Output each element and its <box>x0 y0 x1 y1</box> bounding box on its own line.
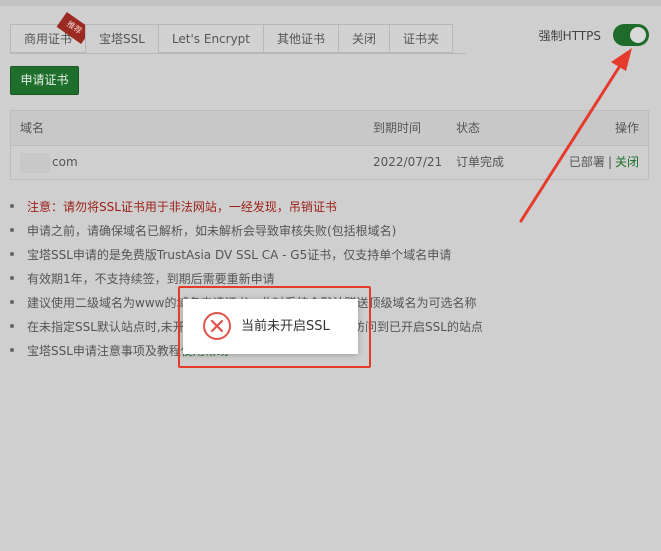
force-https: 强制HTTPS <box>539 24 649 46</box>
tab-cert-folder[interactable]: 证书夹 <box>389 24 454 53</box>
annotation-highlight-box <box>178 286 371 368</box>
list-item: 注意：请勿将SSL证书用于非法网站，一经发现，吊销证书 <box>10 198 483 222</box>
note-text: 申请之前，请确保域名已解析，如未解析会导致审核失败(包括根域名) <box>27 224 397 238</box>
domain-cell: com <box>20 146 78 179</box>
status-cell: 订单完成 <box>456 155 505 169</box>
list-item: 宝塔SSL申请的是免费版TrustAsia DV SSL CA - G5证书，仅… <box>10 246 483 270</box>
note-text: 宝塔SSL申请注意事项及教程 <box>27 344 181 358</box>
note-text: 有效期1年，不支持续签，到期后需要重新申请 <box>27 272 275 286</box>
tab-label: 其他证书 <box>277 32 326 46</box>
tab-other-cert[interactable]: 其他证书 <box>263 24 339 53</box>
action-separator: | <box>607 155 612 169</box>
header-domain: 域名 <box>20 121 45 135</box>
tab-label: Let's Encrypt <box>171 32 251 46</box>
close-link[interactable]: 关闭 <box>615 155 639 169</box>
tab-baota-ssl[interactable]: 宝塔SSL <box>85 24 158 54</box>
tab-label: 商用证书 <box>24 32 73 46</box>
header-action: 操作 <box>614 121 639 135</box>
note-text: 宝塔SSL申请的是免费版TrustAsia DV SSL CA - G5证书，仅… <box>27 248 452 262</box>
table-header: 域名 到期时间 状态 操作 <box>11 111 648 146</box>
force-https-toggle[interactable] <box>613 24 649 46</box>
note-text: 注意：请勿将SSL证书用于非法网站，一经发现，吊销证书 <box>27 200 337 214</box>
tab-divider <box>10 53 466 54</box>
header-status: 状态 <box>456 121 481 135</box>
header-expire: 到期时间 <box>373 121 422 135</box>
tab-label: 宝塔SSL <box>99 32 145 46</box>
blurred-domain-prefix <box>20 152 50 173</box>
expire-cell: 2022/07/21 <box>373 155 443 169</box>
top-bar <box>0 0 661 6</box>
toggle-knob <box>630 27 646 43</box>
tab-label: 关闭 <box>352 32 377 46</box>
apply-cert-button[interactable]: 申请证书 <box>10 66 79 95</box>
force-https-label: 强制HTTPS <box>538 28 601 43</box>
table-row: com 2022/07/21 订单完成 已部署 | 关闭 <box>11 146 648 179</box>
domain-suffix: com <box>52 155 78 169</box>
tab-commercial-cert[interactable]: 商用证书 推荐 <box>10 12 92 53</box>
tab-close[interactable]: 关闭 <box>338 24 390 53</box>
tab-lets-encrypt[interactable]: Let's Encrypt <box>157 24 264 53</box>
ssl-tabs: 商用证书 推荐 宝塔SSL Let's Encrypt 其他证书 关闭 证书夹 <box>10 12 454 54</box>
deployed-label: 已部署 <box>568 155 605 169</box>
list-item: 申请之前，请确保域名已解析，如未解析会导致审核失败(包括根域名) <box>10 222 483 246</box>
cert-table: 域名 到期时间 状态 操作 com 2022/07/21 订单完成 已部署 | 关闭 <box>10 110 649 180</box>
action-cell: 已部署 | 关闭 <box>569 146 639 179</box>
tab-label: 证书夹 <box>403 32 440 46</box>
